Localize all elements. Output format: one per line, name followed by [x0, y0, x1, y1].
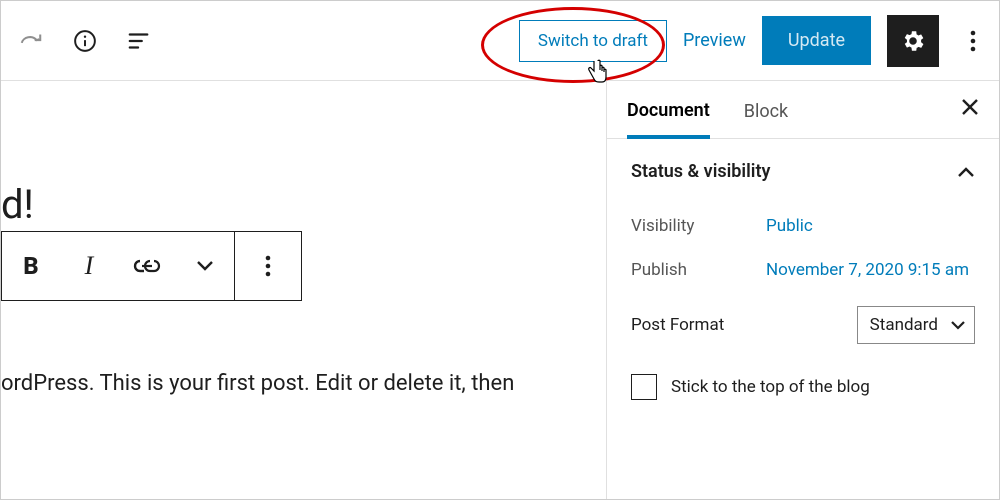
- status-visibility-panel-toggle[interactable]: Status & visibility: [607, 139, 999, 204]
- kebab-icon: [265, 254, 271, 278]
- settings-button[interactable]: [887, 15, 939, 67]
- tab-document[interactable]: Document: [627, 82, 710, 139]
- post-format-label: Post Format: [631, 315, 724, 335]
- post-format-value: Standard: [870, 315, 938, 335]
- preview-link[interactable]: Preview: [683, 30, 746, 51]
- gear-icon: [900, 28, 926, 54]
- block-navigation-icon[interactable]: [121, 23, 157, 59]
- more-options-button[interactable]: [955, 29, 991, 53]
- update-button[interactable]: Update: [762, 16, 871, 65]
- kebab-icon: [970, 29, 976, 53]
- publish-date-value[interactable]: November 7, 2020 9:15 am: [766, 260, 969, 280]
- italic-button[interactable]: I: [60, 251, 118, 281]
- status-visibility-panel: Visibility Public Publish November 7, 20…: [607, 204, 999, 420]
- settings-sidebar: Document Block Status & visibility Visib…: [607, 81, 999, 499]
- switch-to-draft-button[interactable]: Switch to draft: [519, 20, 667, 62]
- chevron-down-icon: [196, 260, 214, 272]
- block-toolbar: B I: [1, 231, 302, 301]
- tab-block[interactable]: Block: [744, 83, 788, 136]
- editor-top-toolbar: Switch to draft Preview Update: [1, 1, 999, 81]
- redo-button[interactable]: [13, 23, 49, 59]
- content-editor[interactable]: d! B I: [1, 81, 607, 499]
- close-icon: [961, 98, 979, 116]
- post-format-select[interactable]: Standard: [857, 306, 975, 344]
- publish-label: Publish: [631, 260, 766, 280]
- link-icon: [133, 258, 161, 274]
- panel-title: Status & visibility: [631, 161, 770, 182]
- stick-to-top-checkbox[interactable]: [631, 374, 657, 400]
- bold-button[interactable]: B: [2, 252, 60, 280]
- close-sidebar-button[interactable]: [961, 97, 979, 122]
- post-body-fragment[interactable]: ordPress. This is your first post. Edit …: [1, 371, 514, 396]
- stick-to-top-label: Stick to the top of the blog: [671, 377, 870, 397]
- block-more-button[interactable]: [235, 232, 301, 300]
- chevron-up-icon: [957, 166, 975, 178]
- more-rich-text-button[interactable]: [176, 260, 234, 272]
- editor-main: d! B I: [1, 81, 999, 499]
- sidebar-tabs: Document Block: [607, 81, 999, 139]
- link-button[interactable]: [118, 258, 176, 274]
- info-icon[interactable]: [67, 23, 103, 59]
- chevron-down-icon: [950, 320, 966, 330]
- visibility-label: Visibility: [631, 216, 766, 236]
- visibility-value[interactable]: Public: [766, 216, 813, 236]
- post-title-fragment[interactable]: d!: [1, 181, 34, 228]
